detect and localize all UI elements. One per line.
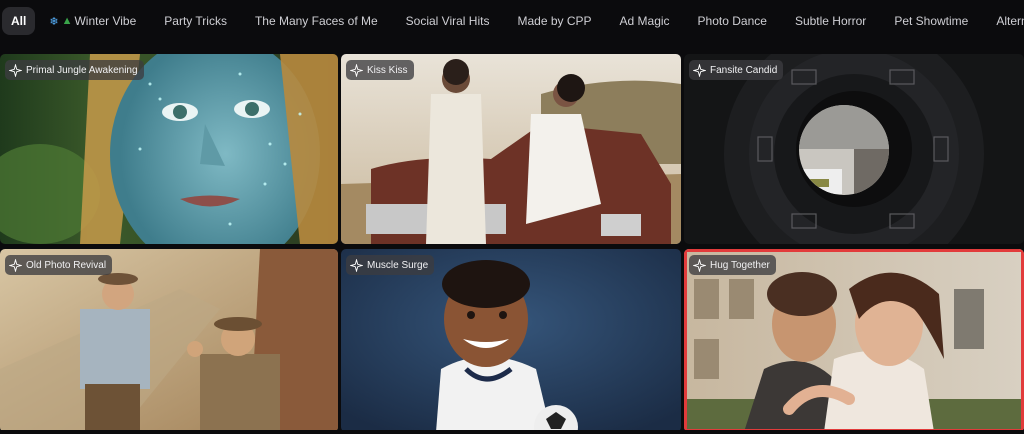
tab-alternative[interactable]: Alternativ	[982, 7, 1024, 35]
effect-name-badge: Kiss Kiss	[346, 60, 414, 80]
snowflake-icon: ❄	[49, 15, 59, 28]
tab-pet-showtime[interactable]: Pet Showtime	[880, 7, 982, 35]
tab-many-faces[interactable]: The Many Faces of Me	[241, 7, 392, 35]
effect-name: Primal Jungle Awakening	[26, 64, 138, 76]
sparkle-icon	[693, 63, 706, 77]
card-thumbnail	[0, 249, 338, 432]
effect-card-kiss-kiss[interactable]: Kiss Kiss	[341, 54, 681, 244]
tab-made-by-cpp[interactable]: Made by CPP	[503, 7, 605, 35]
card-thumbnail	[0, 54, 338, 244]
effect-name-badge: Fansite Candid	[689, 60, 784, 80]
effect-name-badge: Old Photo Revival	[5, 255, 113, 275]
tab-party-tricks[interactable]: Party Tricks	[150, 7, 241, 35]
page-bottom-edge	[0, 430, 1024, 434]
sparkle-icon	[9, 63, 22, 77]
sparkle-icon	[350, 258, 363, 272]
tree-icon: ▲	[61, 15, 73, 27]
tab-social-viral-hits[interactable]: Social Viral Hits	[392, 7, 504, 35]
effect-name-badge: Hug Together	[689, 255, 776, 275]
tab-ad-magic[interactable]: Ad Magic	[606, 7, 684, 35]
tab-label: Winter Vibe	[74, 14, 137, 28]
effect-card-muscle-surge[interactable]: Muscle Surge	[341, 249, 681, 432]
tab-winter-vibe[interactable]: ❄ ▲ Winter Vibe	[35, 7, 150, 35]
tab-photo-dance[interactable]: Photo Dance	[684, 7, 781, 35]
effect-card-primal-jungle[interactable]: Primal Jungle Awakening	[0, 54, 338, 244]
sparkle-icon	[693, 258, 706, 272]
card-thumbnail	[684, 249, 1024, 432]
tab-all[interactable]: All	[2, 7, 36, 35]
effect-name-badge: Muscle Surge	[346, 255, 435, 275]
sparkle-icon	[350, 63, 363, 77]
effect-card-hug-together[interactable]: Hug Together	[684, 249, 1024, 432]
effect-card-old-photo-revival[interactable]: Old Photo Revival	[0, 249, 338, 432]
effect-name: Kiss Kiss	[367, 64, 408, 76]
effect-card-fansite-candid[interactable]: Fansite Candid	[684, 54, 1024, 244]
effect-name: Muscle Surge	[367, 259, 429, 271]
tab-subtle-horror[interactable]: Subtle Horror	[781, 7, 880, 35]
effect-name-badge: Primal Jungle Awakening	[5, 60, 144, 80]
effect-name: Hug Together	[710, 259, 770, 271]
card-thumbnail	[341, 54, 681, 244]
effect-name: Fansite Candid	[710, 64, 778, 76]
sparkle-icon	[9, 258, 22, 272]
card-thumbnail	[341, 249, 681, 432]
category-tabs: All ❄ ▲ Winter Vibe Party Tricks The Many …	[0, 0, 1024, 42]
card-thumbnail	[684, 54, 1024, 244]
effect-name: Old Photo Revival	[26, 259, 107, 271]
